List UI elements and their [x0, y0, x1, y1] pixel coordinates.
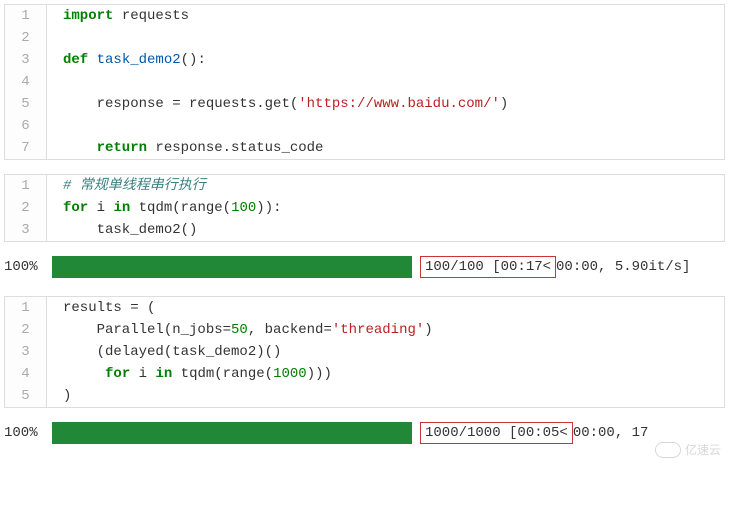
lineno: 1 — [5, 5, 47, 27]
code-content — [47, 71, 63, 93]
code-content: Parallel(n_jobs=50, backend='threading') — [47, 319, 433, 341]
progress-bar — [52, 256, 412, 278]
code-content: ) — [47, 385, 71, 407]
code-content: for i in tqdm(range(1000))) — [47, 363, 332, 385]
lineno: 3 — [5, 341, 47, 363]
lineno: 5 — [5, 93, 47, 115]
code-block-1: 1 import requests 2 3 def task_demo2(): … — [4, 4, 725, 160]
lineno: 2 — [5, 27, 47, 49]
code-line: 7 return response.status_code — [5, 137, 724, 159]
code-block-3: 1 results = ( 2 Parallel(n_jobs=50, back… — [4, 296, 725, 408]
code-content: # 常规单线程串行执行 — [47, 175, 206, 197]
code-content: def task_demo2(): — [47, 49, 206, 71]
progress-row-2: 100% 1000/1000 [00:05<00:00, 17 — [4, 422, 725, 444]
code-content: return response.status_code — [47, 137, 323, 159]
progress-fill — [52, 256, 412, 278]
code-content — [47, 115, 63, 137]
lineno: 2 — [5, 197, 47, 219]
progress-row-1: 100% 100/100 [00:17<00:00, 5.90it/s] — [4, 256, 725, 278]
progress-bar — [52, 422, 412, 444]
code-line: 5 ) — [5, 385, 724, 407]
code-line: 6 — [5, 115, 724, 137]
progress-percent: 100% — [4, 259, 52, 275]
code-content: results = ( — [47, 297, 155, 319]
code-content: for i in tqdm(range(100)): — [47, 197, 282, 219]
code-line: 4 for i in tqdm(range(1000))) — [5, 363, 724, 385]
lineno: 4 — [5, 363, 47, 385]
lineno: 5 — [5, 385, 47, 407]
code-line: 5 response = requests.get('https://www.b… — [5, 93, 724, 115]
code-line: 1 # 常规单线程串行执行 — [5, 175, 724, 197]
lineno: 4 — [5, 71, 47, 93]
code-content: (delayed(task_demo2)() — [47, 341, 281, 363]
code-content: task_demo2() — [47, 219, 197, 241]
progress-stats: 1000/1000 [00:05<00:00, 17 — [420, 422, 648, 444]
code-content: import requests — [47, 5, 189, 27]
code-content: response = requests.get('https://www.bai… — [47, 93, 508, 115]
progress-percent: 100% — [4, 425, 52, 441]
progress-fill — [52, 422, 412, 444]
cloud-icon — [655, 442, 681, 458]
lineno: 1 — [5, 297, 47, 319]
code-line: 1 import requests — [5, 5, 724, 27]
code-line: 2 Parallel(n_jobs=50, backend='threading… — [5, 319, 724, 341]
code-line: 3 def task_demo2(): — [5, 49, 724, 71]
highlight-box: 100/100 [00:17< — [420, 256, 556, 278]
lineno: 6 — [5, 115, 47, 137]
code-content — [47, 27, 63, 49]
lineno: 2 — [5, 319, 47, 341]
code-line: 2 — [5, 27, 724, 49]
code-line: 4 — [5, 71, 724, 93]
watermark-text: 亿速云 — [685, 441, 721, 458]
code-line: 3 (delayed(task_demo2)() — [5, 341, 724, 363]
lineno: 1 — [5, 175, 47, 197]
code-line: 1 results = ( — [5, 297, 724, 319]
code-line: 3 task_demo2() — [5, 219, 724, 241]
code-block-2: 1 # 常规单线程串行执行 2 for i in tqdm(range(100)… — [4, 174, 725, 242]
lineno: 3 — [5, 219, 47, 241]
progress-stats: 100/100 [00:17<00:00, 5.90it/s] — [420, 256, 690, 278]
watermark: 亿速云 — [655, 441, 721, 458]
lineno: 3 — [5, 49, 47, 71]
code-line: 2 for i in tqdm(range(100)): — [5, 197, 724, 219]
highlight-box: 1000/1000 [00:05< — [420, 422, 573, 444]
lineno: 7 — [5, 137, 47, 159]
